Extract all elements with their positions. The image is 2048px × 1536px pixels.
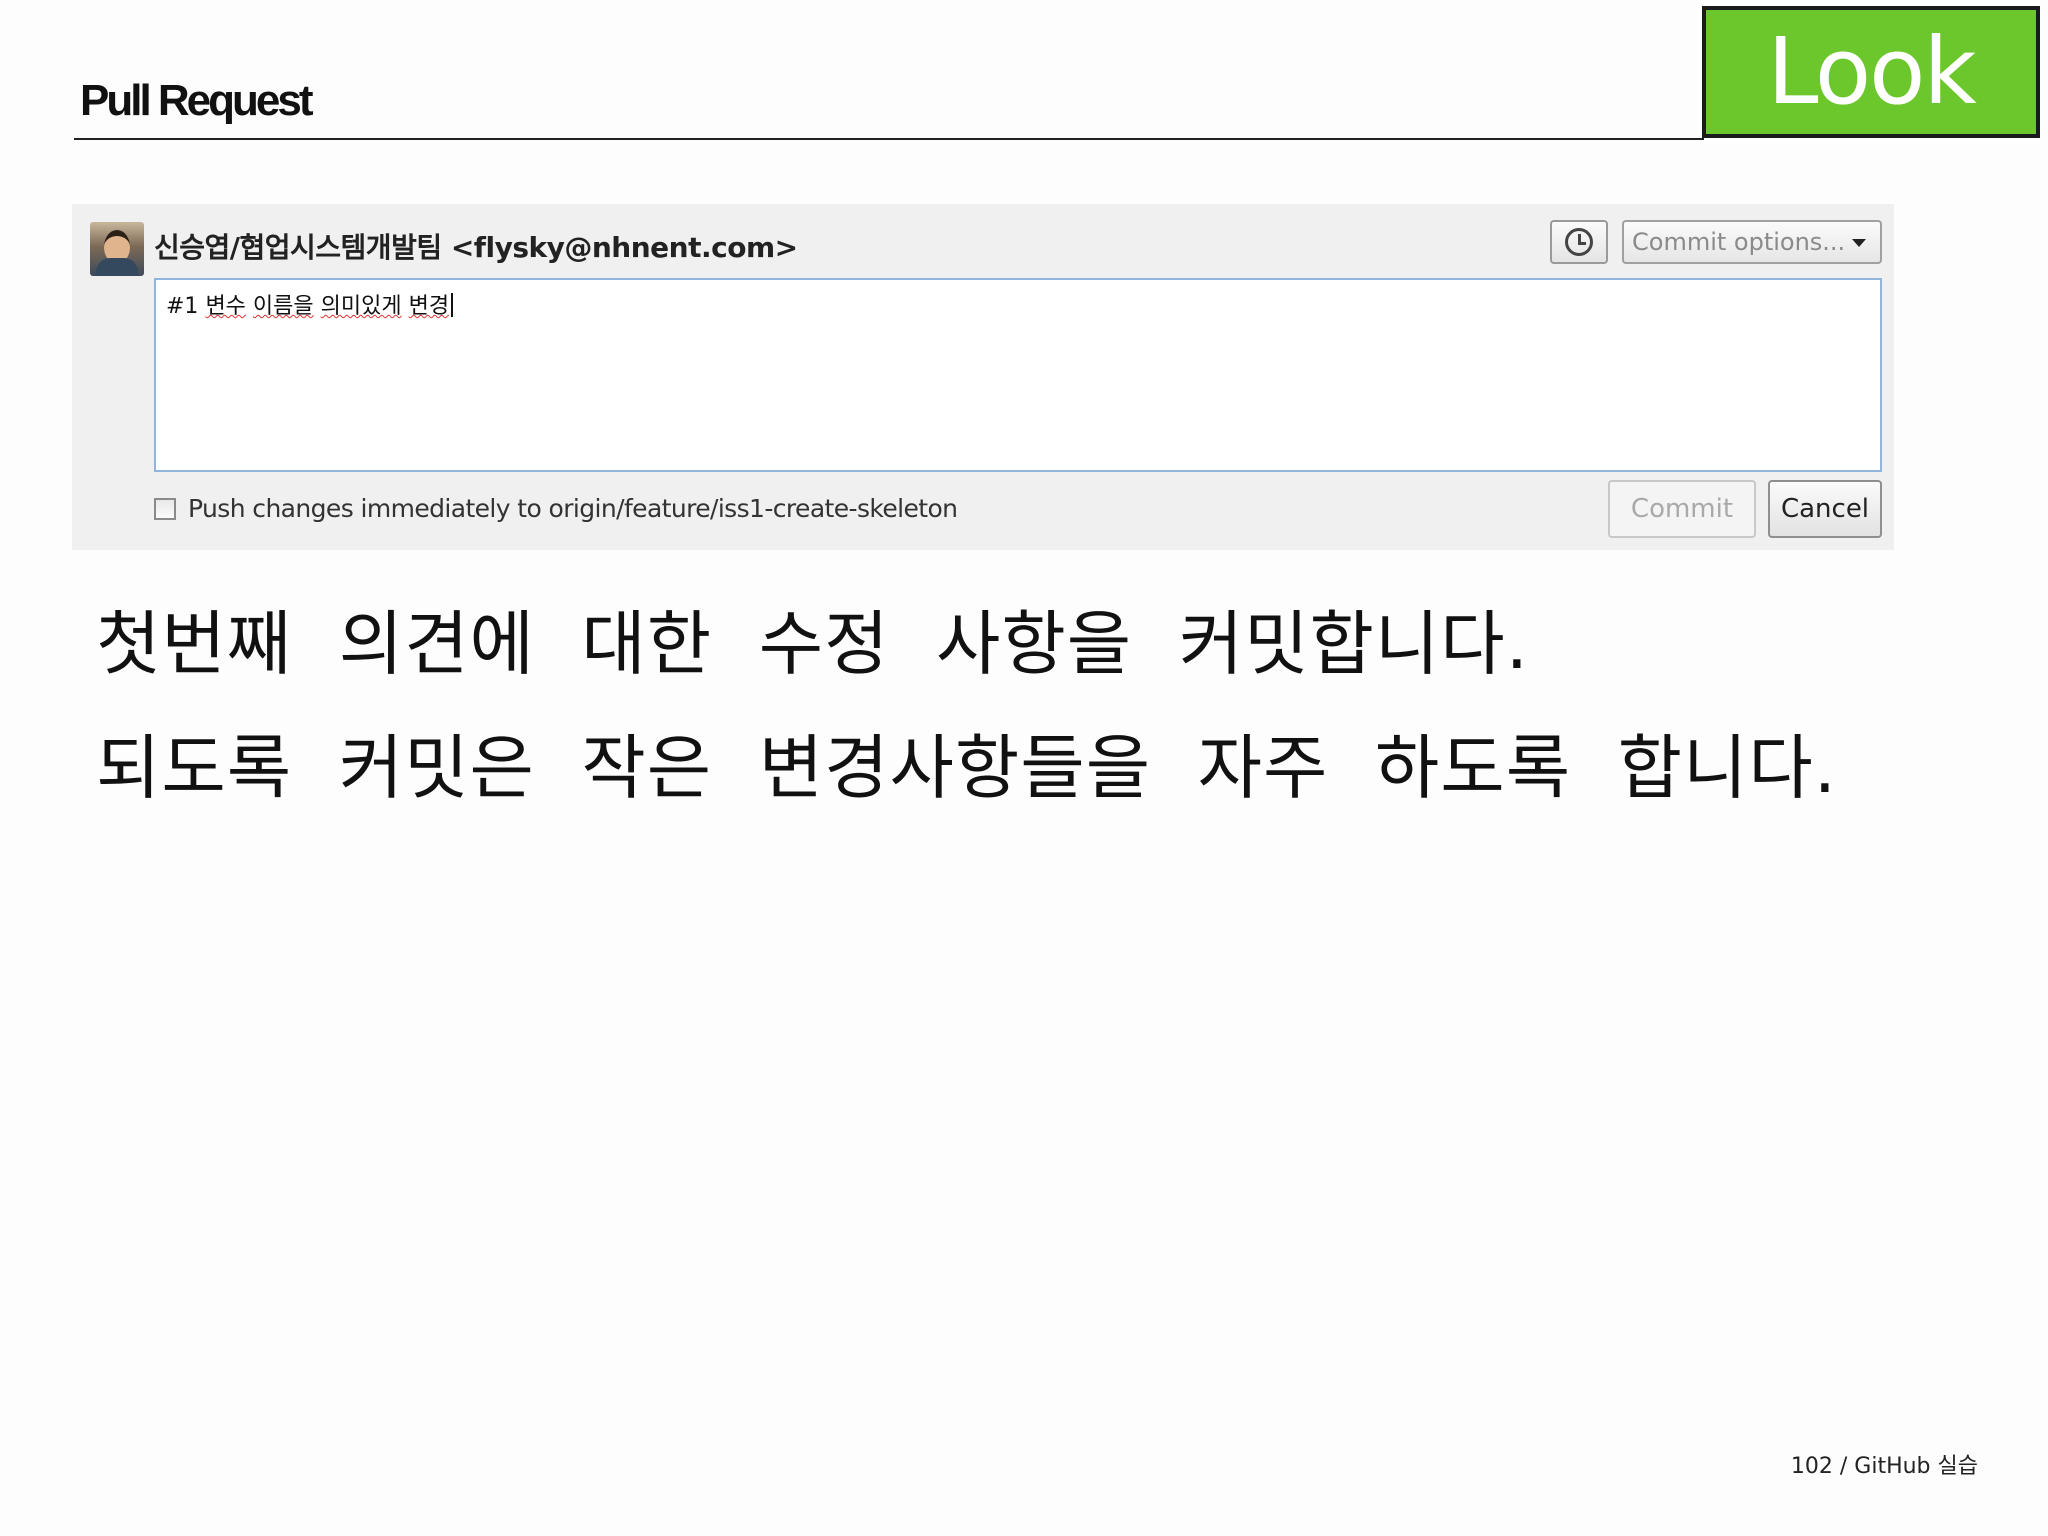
commit-options-label: Commit options... — [1632, 228, 1846, 256]
commit-message-input[interactable]: #1 변수 이름을 의미있게 변경 — [154, 278, 1882, 472]
clock-icon — [1565, 228, 1593, 256]
avatar — [90, 222, 144, 276]
message-word: 변경 — [408, 294, 450, 319]
text-cursor — [451, 293, 454, 317]
message-word: 변수 — [205, 294, 246, 319]
look-badge: Look — [1702, 6, 2040, 138]
commit-options-dropdown[interactable]: Commit options... — [1622, 220, 1882, 264]
commit-message-text: #1 변수 이름을 의미있게 변경 — [166, 288, 454, 320]
commit-button[interactable]: Commit — [1608, 480, 1756, 538]
push-immediately-checkbox[interactable] — [154, 498, 176, 520]
history-button[interactable] — [1550, 220, 1608, 264]
message-word: 이름을 — [252, 294, 314, 319]
cancel-button[interactable]: Cancel — [1768, 480, 1882, 538]
title-divider — [74, 138, 1704, 140]
message-word: 의미있게 — [320, 294, 402, 319]
commit-panel: 신승엽/협업시스템개발팀 <flysky@nhnent.com> Commit … — [72, 204, 1894, 550]
chevron-down-icon — [1852, 239, 1866, 247]
commit-author: 신승엽/협업시스템개발팀 <flysky@nhnent.com> — [154, 231, 798, 264]
push-immediately-label: Push changes immediately to origin/featu… — [188, 494, 958, 523]
body-text-line-1: 첫번째 의견에 대한 수정 사항을 커밋합니다. — [96, 603, 1529, 685]
slide-footer: 102 / GitHub 실습 — [1790, 1454, 1978, 1479]
body-text-line-2: 되도록 커밋은 작은 변경사항들을 자주 하도록 합니다. — [96, 727, 1838, 809]
slide-title: Pull Request — [80, 76, 313, 125]
